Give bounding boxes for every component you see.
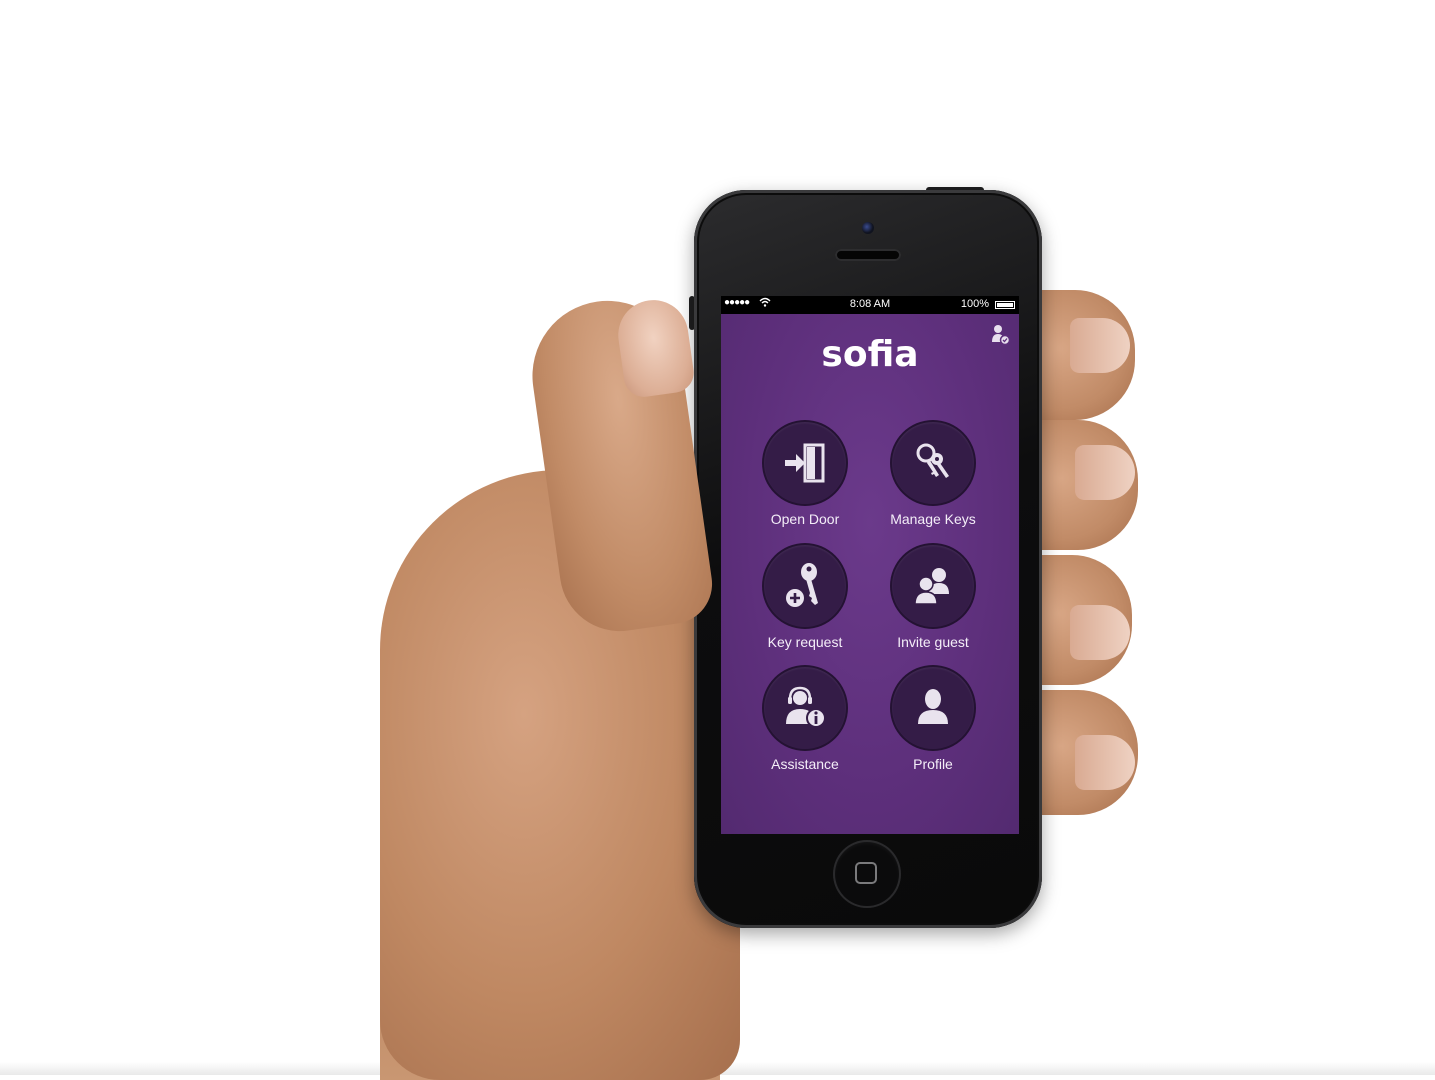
key-add-icon [786, 563, 818, 607]
status-bar: ●●●●● 8:08 AM 100% [721, 296, 1019, 314]
key-request-label: Key request [767, 634, 843, 650]
invite-guest-label: Invite guest [897, 634, 969, 650]
fingernail [1070, 318, 1130, 373]
invite-guest-button[interactable]: Invite guest [878, 545, 988, 650]
profile-label: Profile [913, 756, 953, 772]
assistance-button[interactable]: Assistance [750, 667, 860, 772]
open-door-circle[interactable] [764, 422, 846, 504]
thumbnail [613, 295, 697, 400]
profile-button[interactable]: Profile [878, 667, 988, 772]
earpiece-speaker [835, 249, 901, 261]
home-button[interactable] [833, 840, 901, 908]
support-agent-icon [786, 686, 826, 728]
fingernail [1070, 605, 1130, 660]
battery-percent: 100% [960, 298, 989, 310]
guests-icon [914, 568, 949, 605]
key-request-button[interactable]: Key request [750, 545, 860, 650]
app-logo: sofia [821, 334, 919, 375]
assistance-circle[interactable] [764, 667, 846, 749]
fingernail [1075, 445, 1135, 500]
user-shield-icon[interactable] [989, 324, 1011, 346]
open-door-label: Open Door [770, 511, 840, 527]
battery-icon [995, 301, 1015, 309]
front-camera [862, 222, 874, 234]
manage-keys-button[interactable]: Manage Keys [878, 422, 988, 527]
door-enter-icon [785, 443, 825, 483]
keys-icon [916, 443, 949, 478]
profile-circle[interactable] [892, 667, 974, 749]
fingernail [1075, 735, 1135, 790]
profile-icon [918, 689, 948, 724]
manage-keys-label: Manage Keys [890, 511, 976, 527]
open-door-button[interactable]: Open Door [750, 422, 860, 527]
assistance-label: Assistance [771, 756, 839, 772]
app-home: sofia Open Door Manage Keys Key request … [721, 314, 1019, 834]
manage-keys-circle[interactable] [892, 422, 974, 504]
key-request-circle[interactable] [764, 545, 846, 627]
invite-guest-circle[interactable] [892, 545, 974, 627]
phone-screen: ●●●●● 8:08 AM 100% sofia Open Door Manag… [721, 296, 1019, 834]
home-square-icon [855, 862, 877, 884]
